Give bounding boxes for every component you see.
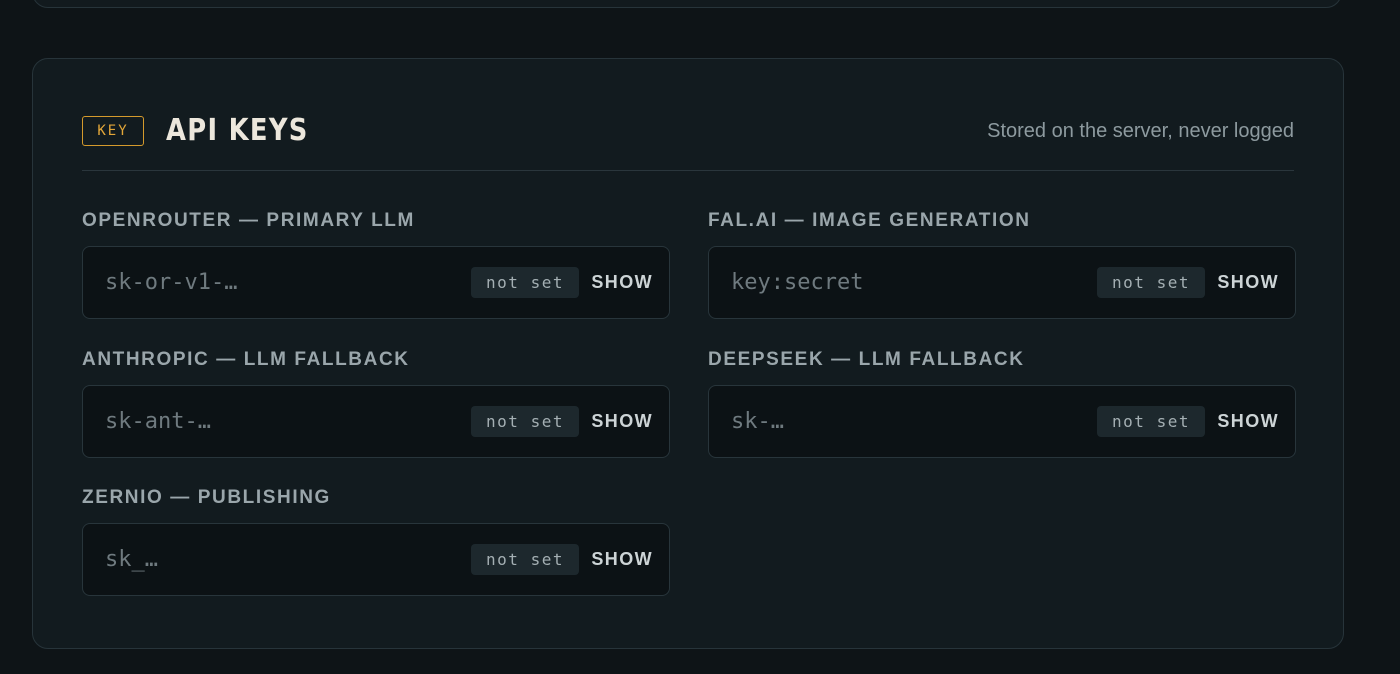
openrouter-key-input[interactable] (83, 247, 463, 318)
falai-status-badge: not set (1097, 267, 1205, 298)
anthropic-key-input[interactable] (83, 386, 463, 457)
zernio-show-button[interactable]: SHOW (591, 544, 653, 575)
zernio-label: ZERNIO — PUBLISHING (82, 487, 331, 508)
anthropic-status-badge: not set (471, 406, 579, 437)
zernio-field: not set SHOW (82, 523, 670, 596)
deepseek-key-input[interactable] (709, 386, 1089, 457)
section-header: KEY API KEYS Stored on the server, never… (82, 109, 1294, 171)
api-keys-card: KEY API KEYS Stored on the server, never… (32, 58, 1344, 649)
section-title: API KEYS (166, 113, 309, 148)
deepseek-label: DEEPSEEK — LLM FALLBACK (708, 349, 1025, 370)
falai-label: FAL.AI — IMAGE GENERATION (708, 210, 1031, 231)
deepseek-field: not set SHOW (708, 385, 1296, 458)
falai-show-button[interactable]: SHOW (1217, 267, 1279, 298)
key-badge: KEY (82, 116, 144, 146)
zernio-status-badge: not set (471, 544, 579, 575)
falai-key-input[interactable] (709, 247, 1089, 318)
openrouter-field: not set SHOW (82, 246, 670, 319)
anthropic-label: ANTHROPIC — LLM FALLBACK (82, 349, 410, 370)
deepseek-status-badge: not set (1097, 406, 1205, 437)
section-subtitle: Stored on the server, never logged (987, 120, 1294, 142)
openrouter-show-button[interactable]: SHOW (591, 267, 653, 298)
anthropic-field: not set SHOW (82, 385, 670, 458)
previous-section-card (32, 0, 1342, 8)
falai-field: not set SHOW (708, 246, 1296, 319)
anthropic-show-button[interactable]: SHOW (591, 406, 653, 437)
deepseek-show-button[interactable]: SHOW (1217, 406, 1279, 437)
openrouter-label: OPENROUTER — PRIMARY LLM (82, 210, 415, 231)
openrouter-status-badge: not set (471, 267, 579, 298)
zernio-key-input[interactable] (83, 524, 463, 595)
